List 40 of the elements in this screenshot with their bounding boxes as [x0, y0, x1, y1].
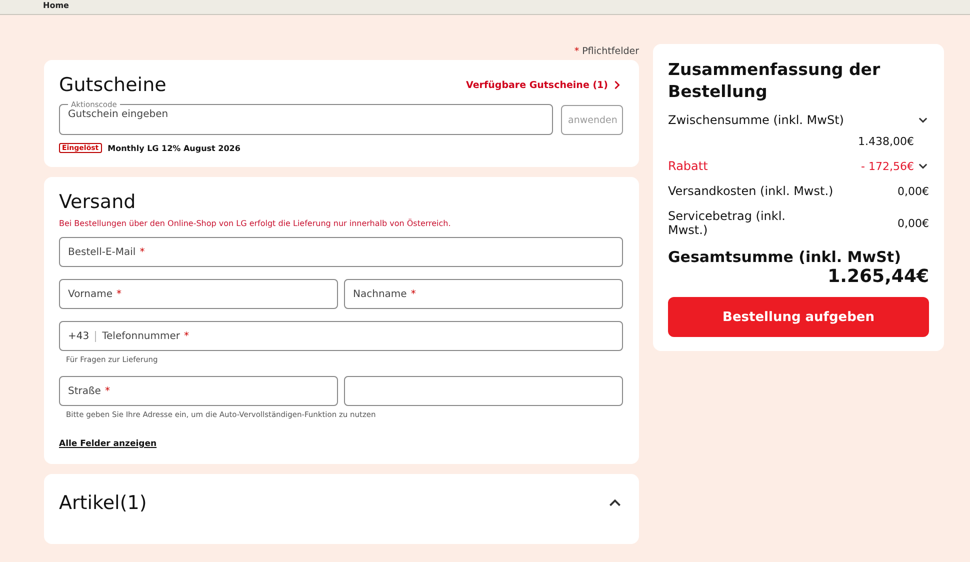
input-field[interactable]: Vorname *: [59, 279, 338, 309]
breadcrumb-link[interactable]: Home: [43, 1, 69, 10]
field-placeholder: Nachname: [353, 288, 407, 300]
summary-title: Zusammenfassung der Bestellung: [668, 59, 882, 103]
required-mark: *: [574, 46, 580, 57]
section-title: Versand: [59, 191, 137, 213]
required-mark: *: [184, 330, 189, 342]
field-placeholder: Vorname: [68, 288, 112, 300]
summary-value: 0,00€: [898, 216, 929, 230]
voucher-name: Monthly LG 12% August 2026: [108, 144, 240, 152]
field-placeholder: Bestell-E-Mail: [68, 246, 136, 258]
place-order-button[interactable]: Bestellung aufgeben: [668, 297, 929, 337]
input-field[interactable]: Straße *: [59, 376, 338, 406]
input-field[interactable]: Bestell-E-Mail *: [59, 237, 623, 267]
delivery-notice: Bei Bestellungen über den Online-Shop von LG erfolgt die Lieferung nur innerhalb von Österreich.: [59, 219, 452, 228]
country-code: +43: [68, 330, 90, 342]
required-mark: *: [104, 386, 110, 396]
required-mark: *: [116, 288, 122, 300]
summary-label: Versandkosten (inkl. Mwst.): [668, 184, 834, 198]
section-title: Artikel(1): [59, 492, 147, 514]
input-field[interactable]: +43 Telefonnummer *: [59, 321, 623, 351]
total-value: 1.265,44€: [826, 266, 929, 287]
field-placeholder: Telefonnummer: [102, 330, 180, 342]
summary-value: - 172,56€: [861, 160, 914, 172]
required-mark: *: [140, 246, 145, 258]
total-label: Gesamtsumme (inkl. MwSt): [668, 248, 902, 266]
summary-label: Servicebetrag (inkl. Mwst.): [668, 209, 786, 237]
section-title: Gutscheine: [59, 74, 166, 96]
show-all-fields-link[interactable]: Alle Felder anzeigen: [59, 439, 157, 449]
input-field[interactable]: Nachname *: [344, 279, 623, 309]
field-placeholder: Gutschein eingeben: [68, 109, 168, 120]
input-field[interactable]: [344, 376, 623, 406]
available-vouchers-link[interactable]: Verfügbare Gutscheine (1): [466, 79, 623, 91]
summary-label: Zwischensumme (inkl. MwSt): [668, 113, 844, 127]
required-mark: *: [410, 288, 416, 300]
field-placeholder: Straße: [68, 386, 101, 396]
required-note: Pflichtfelder: [582, 46, 639, 57]
summary-label: Rabatt: [668, 159, 708, 173]
summary-value: 0,00€: [898, 184, 929, 198]
summary-value: 1.438,00€: [858, 135, 914, 148]
